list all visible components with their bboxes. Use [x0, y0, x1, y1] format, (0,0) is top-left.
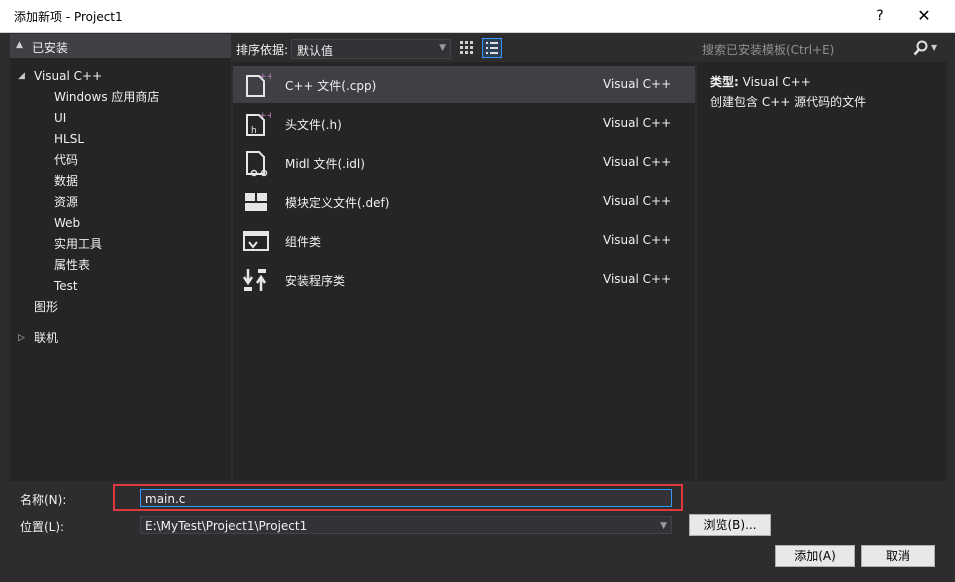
- svg-text:h: h: [251, 126, 257, 136]
- tree-item-label: 属性表: [54, 258, 91, 272]
- sort-toolbar: 排序依据: 默认值 ▼: [233, 34, 695, 62]
- tree-item-label: 代码: [54, 153, 79, 167]
- tree-item-label: 图形: [34, 300, 59, 314]
- template-name: Midl 文件(.idl): [285, 157, 365, 171]
- midl-file-icon: [241, 148, 271, 178]
- location-input[interactable]: E:\MyTest\Project1\Project1 ▼: [140, 516, 672, 534]
- location-label: 位置(L):: [20, 520, 65, 534]
- template-language: Visual C++: [603, 194, 672, 208]
- search-icon[interactable]: [913, 40, 929, 56]
- type-key: 类型:: [710, 75, 739, 89]
- template-item[interactable]: 组件类 Visual C++: [233, 222, 695, 259]
- tree-item-label: Visual C++: [34, 69, 103, 83]
- template-item[interactable]: Midl 文件(.idl) Visual C++: [233, 144, 695, 181]
- tree-item-label: 资源: [54, 195, 79, 209]
- sort-dropdown[interactable]: 默认值 ▼: [291, 39, 451, 59]
- collapse-icon: ▲: [16, 40, 23, 50]
- svg-text:++: ++: [259, 72, 271, 82]
- installed-label: 已安装: [32, 41, 69, 55]
- tree-item-label: 联机: [34, 331, 59, 345]
- template-name: 模块定义文件(.def): [285, 196, 390, 210]
- window-title: 添加新项 - Project1: [14, 10, 123, 24]
- tree-item-label: 实用工具: [54, 237, 103, 251]
- svg-text:++: ++: [259, 111, 271, 121]
- template-item[interactable]: ++ C++ 文件(.cpp) Visual C++: [233, 66, 695, 103]
- tree-item-label: Test: [54, 279, 78, 293]
- template-item[interactable]: 模块定义文件(.def) Visual C++: [233, 183, 695, 220]
- name-input[interactable]: main.c: [140, 489, 672, 507]
- name-label: 名称(N):: [20, 493, 67, 507]
- template-item[interactable]: 安装程序类 Visual C++: [233, 261, 695, 298]
- component-class-icon: [241, 226, 271, 256]
- tree-item-label: Windows 应用商店: [54, 90, 160, 104]
- add-button[interactable]: 添加(A): [775, 545, 855, 567]
- search-box[interactable]: 搜索已安装模板(Ctrl+E) ▼: [697, 34, 947, 62]
- help-button[interactable]: ?: [868, 5, 892, 27]
- search-placeholder: 搜索已安装模板(Ctrl+E): [702, 43, 835, 57]
- template-language: Visual C++: [603, 272, 672, 286]
- installed-header[interactable]: ▲ 已安装: [10, 34, 231, 58]
- search-options-icon[interactable]: ▼: [931, 43, 937, 52]
- template-language: Visual C++: [603, 77, 672, 91]
- installer-class-icon: [241, 265, 271, 295]
- tree-item-label: UI: [54, 111, 67, 125]
- chevron-down-icon: ▼: [439, 43, 446, 53]
- type-value: Visual C++: [742, 75, 811, 89]
- cancel-button[interactable]: 取消: [861, 545, 935, 567]
- tree-item-label: 数据: [54, 174, 79, 188]
- template-name: 头文件(.h): [285, 118, 342, 132]
- tree-item-label: Web: [54, 216, 81, 230]
- close-button[interactable]: ✕: [906, 2, 942, 30]
- template-language: Visual C++: [603, 155, 672, 169]
- tree-item-label: HLSL: [54, 132, 85, 146]
- description-text: 创建包含 C++ 源代码的文件: [710, 95, 867, 109]
- category-panel: ▲ 已安装 ◢ Visual C++ Windows 应用商店 UI HLSL 代码数据资…: [10, 34, 231, 481]
- sort-label: 排序依据:: [236, 43, 289, 57]
- cpp-file-icon: ++: [241, 70, 274, 100]
- template-name: 安装程序类: [285, 274, 346, 288]
- location-value: E:\MyTest\Project1\Project1: [145, 519, 308, 533]
- sort-value: 默认值: [297, 44, 334, 58]
- expanded-icon[interactable]: ◢: [18, 66, 25, 87]
- chevron-down-icon[interactable]: ▼: [660, 517, 667, 535]
- template-language: Visual C++: [603, 233, 672, 247]
- template-name: C++ 文件(.cpp): [285, 79, 377, 93]
- template-description: 类型: Visual C++ 创建包含 C++ 源代码的文件: [710, 72, 866, 112]
- template-name: 组件类: [285, 235, 322, 249]
- list-view-icon[interactable]: [482, 38, 502, 58]
- template-language: Visual C++: [603, 116, 672, 130]
- grid-view-icon[interactable]: [459, 40, 475, 56]
- browse-button[interactable]: 浏览(B)...: [689, 514, 771, 536]
- title-bar: 添加新项 - Project1 ? ✕: [0, 0, 955, 33]
- collapsed-icon[interactable]: ▷: [18, 328, 25, 349]
- header-file-icon: h ++: [241, 109, 274, 139]
- template-item[interactable]: h ++ 头文件(.h) Visual C++: [233, 105, 695, 142]
- module-def-icon: [241, 187, 271, 217]
